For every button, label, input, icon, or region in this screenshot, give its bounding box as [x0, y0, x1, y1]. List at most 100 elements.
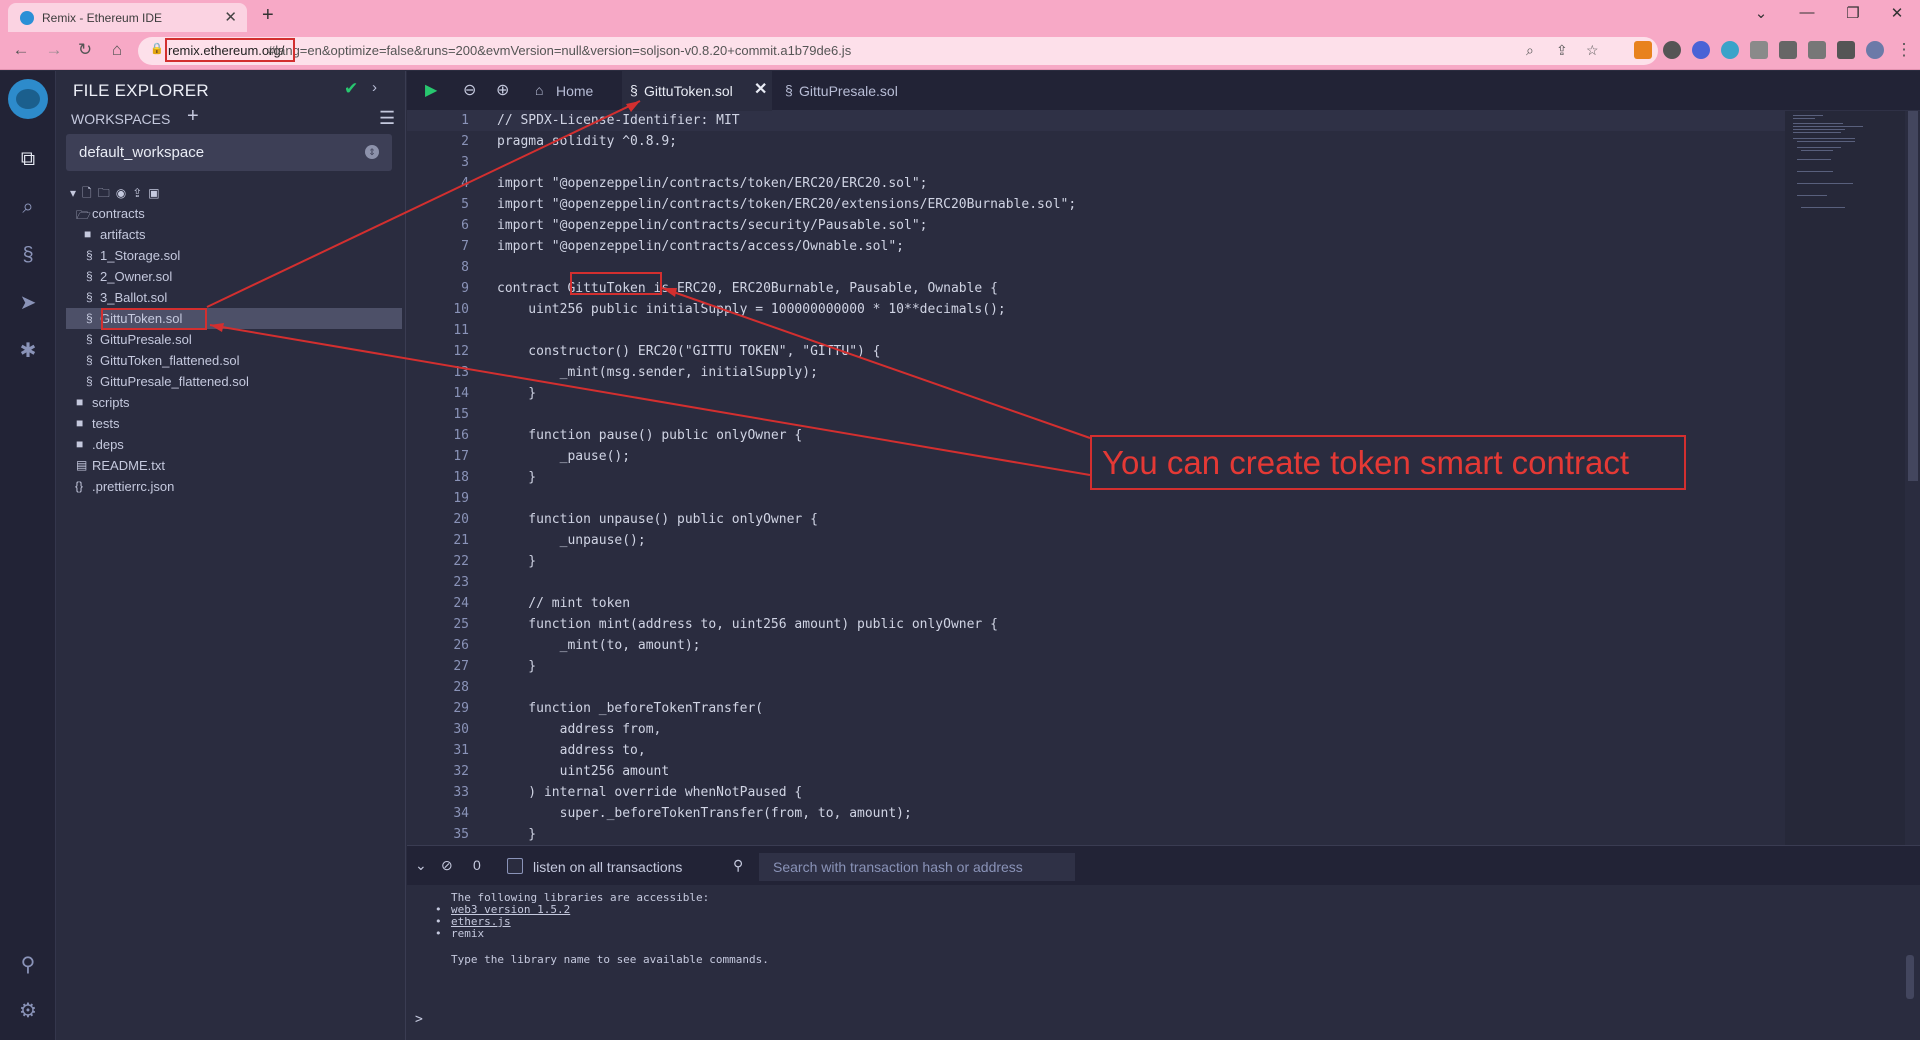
clear-console-icon[interactable]: ⊘: [441, 857, 453, 874]
tree-item-label: scripts: [92, 395, 130, 410]
reload-icon[interactable]: ↻: [74, 40, 96, 60]
window-close-icon[interactable]: ✕: [1874, 4, 1920, 22]
remix-logo-icon[interactable]: [8, 79, 48, 119]
tree-item-scripts[interactable]: ■ scripts: [66, 392, 402, 413]
tree-item-label: GittuPresale_flattened.sol: [100, 374, 249, 389]
line-number: 19: [453, 491, 469, 506]
code-text: address from,: [497, 722, 662, 737]
deploy-run-icon[interactable]: ➤: [14, 289, 42, 317]
code-text: uint256 public initialSupply = 100000000…: [497, 302, 1006, 317]
chevron-right-icon[interactable]: ›: [372, 79, 377, 96]
code-text: pragma solidity ^0.8.9;: [497, 134, 678, 149]
new-tab-icon[interactable]: +: [262, 4, 274, 27]
editor-scrollbar[interactable]: [1905, 111, 1920, 845]
tab-close-icon[interactable]: ✕: [224, 8, 237, 26]
restore-icon[interactable]: ❐: [1830, 4, 1876, 22]
reading-list-icon[interactable]: [1808, 41, 1826, 59]
minimap-line: [1793, 129, 1845, 130]
code-line: 31 address to,: [407, 741, 1785, 761]
tab-search-icon[interactable]: ⌄: [1738, 4, 1784, 22]
tree-item-file[interactable]: {} .prettierrc.json: [66, 476, 402, 497]
tab-home[interactable]: ⌂ Home: [525, 71, 619, 111]
tree-item-file[interactable]: § 2_Owner.sol: [66, 266, 402, 287]
browser-tab[interactable]: Remix - Ethereum IDE ✕: [8, 3, 247, 32]
zoom-icon[interactable]: ⌕: [1526, 42, 1534, 59]
code-line: 14 }: [407, 384, 1785, 404]
tree-item-tests[interactable]: ■ tests: [66, 413, 402, 434]
listen-checkbox[interactable]: [507, 858, 523, 874]
new-file-icon[interactable]: 🗋: [82, 186, 98, 200]
zoom-out-icon[interactable]: ⊖: [463, 80, 476, 100]
code-line: 33 ) internal override whenNotPaused {: [407, 783, 1785, 803]
tree-item-file[interactable]: § GittuPresale_flattened.sol: [66, 371, 402, 392]
metamask-extension-icon[interactable]: [1634, 41, 1652, 59]
browser-menu-icon[interactable]: ⋮: [1893, 40, 1915, 60]
collapse-terminal-icon[interactable]: ⌄: [415, 857, 427, 874]
forward-icon[interactable]: →: [43, 40, 65, 60]
code-line: 15: [407, 405, 1785, 425]
line-number: 34: [453, 806, 469, 821]
tree-item-file[interactable]: ▤ README.txt: [66, 455, 402, 476]
extension-icon[interactable]: [1692, 41, 1710, 59]
transaction-search-input[interactable]: [759, 853, 1075, 881]
workspace-select[interactable]: default_workspace ⇕: [66, 134, 392, 171]
github-icon[interactable]: ◉: [116, 186, 132, 200]
editor-tab-bar: ▶ ⊖ ⊕ ⌂ Home § GittuToken.sol ✕ § GittuP…: [407, 71, 1920, 111]
workspace-menu-icon[interactable]: ☰: [379, 108, 395, 129]
zoom-in-icon[interactable]: ⊕: [496, 80, 509, 100]
side-panel-icon[interactable]: [1837, 41, 1855, 59]
extension-icon[interactable]: [1750, 41, 1768, 59]
back-icon[interactable]: ←: [10, 40, 32, 60]
debugger-icon[interactable]: ✱: [14, 337, 42, 365]
tree-item-contracts[interactable]: 🗁 contracts: [66, 203, 402, 224]
minimap-line: [1797, 159, 1831, 160]
tree-item-artifacts[interactable]: ■ artifacts: [66, 224, 402, 245]
tree-item-file[interactable]: § 1_Storage.sol: [66, 245, 402, 266]
solidity-compiler-icon[interactable]: §: [14, 241, 42, 269]
code-text: import "@openzeppelin/contracts/access/O…: [497, 239, 904, 254]
address-bar[interactable]: 🔒 remix.ethereum.org/ #lang=en&optimize=…: [138, 37, 1658, 65]
tree-item-file[interactable]: § GittuPresale.sol: [66, 329, 402, 350]
bookmark-star-icon[interactable]: ☆: [1586, 42, 1599, 59]
line-number: 30: [453, 722, 469, 737]
line-number: 10: [453, 302, 469, 317]
terminal-output[interactable]: The following libraries are accessible: …: [407, 885, 1920, 1040]
line-number: 15: [453, 407, 469, 422]
search-icon[interactable]: ⌕: [14, 193, 42, 221]
tree-item-deps[interactable]: ■ .deps: [66, 434, 402, 455]
line-number: 5: [461, 197, 469, 212]
share-icon[interactable]: ⇪: [1556, 42, 1568, 59]
code-minimap[interactable]: [1785, 111, 1905, 845]
terminal-prompt[interactable]: >: [415, 1012, 423, 1027]
code-line: 21 _unpause();: [407, 531, 1785, 551]
scrollbar-thumb[interactable]: [1908, 111, 1918, 481]
tree-item-file[interactable]: § 3_Ballot.sol: [66, 287, 402, 308]
tab-gittutoken[interactable]: § GittuToken.sol ✕: [622, 71, 772, 111]
plugin-manager-icon[interactable]: ⚲: [14, 951, 42, 979]
add-workspace-icon[interactable]: +: [187, 105, 199, 128]
code-line: 29 function _beforeTokenTransfer(: [407, 699, 1785, 719]
terminal-hint: Type the library name to see available c…: [451, 953, 769, 966]
new-folder-icon[interactable]: 🗀: [98, 186, 116, 200]
tree-item-file[interactable]: § GittuToken_flattened.sol: [66, 350, 402, 371]
minimize-icon[interactable]: —: [1784, 4, 1830, 21]
upload-folder-icon[interactable]: ▣: [148, 186, 165, 200]
extension-icon[interactable]: [1663, 41, 1681, 59]
tab-gittupresale[interactable]: § GittuPresale.sol: [777, 71, 917, 111]
code-line: 28: [407, 678, 1785, 698]
upload-icon[interactable]: ⇪: [132, 186, 148, 200]
react-devtools-icon[interactable]: [1721, 41, 1739, 59]
settings-gear-icon[interactable]: ⚙: [14, 997, 42, 1025]
line-number: 25: [453, 617, 469, 632]
solidity-file-icon: §: [86, 374, 93, 388]
tab-close-icon[interactable]: ✕: [754, 79, 767, 99]
run-script-icon[interactable]: ▶: [425, 80, 437, 100]
home-icon[interactable]: ⌂: [106, 40, 128, 60]
lock-icon[interactable]: 🔒: [150, 42, 164, 55]
line-number: 20: [453, 512, 469, 527]
extensions-puzzle-icon[interactable]: [1779, 41, 1797, 59]
caret-down-icon[interactable]: ▾: [70, 186, 82, 200]
terminal-scrollbar[interactable]: [1906, 955, 1914, 999]
file-explorer-icon[interactable]: ⧉: [14, 145, 42, 173]
profile-avatar[interactable]: [1866, 41, 1884, 59]
